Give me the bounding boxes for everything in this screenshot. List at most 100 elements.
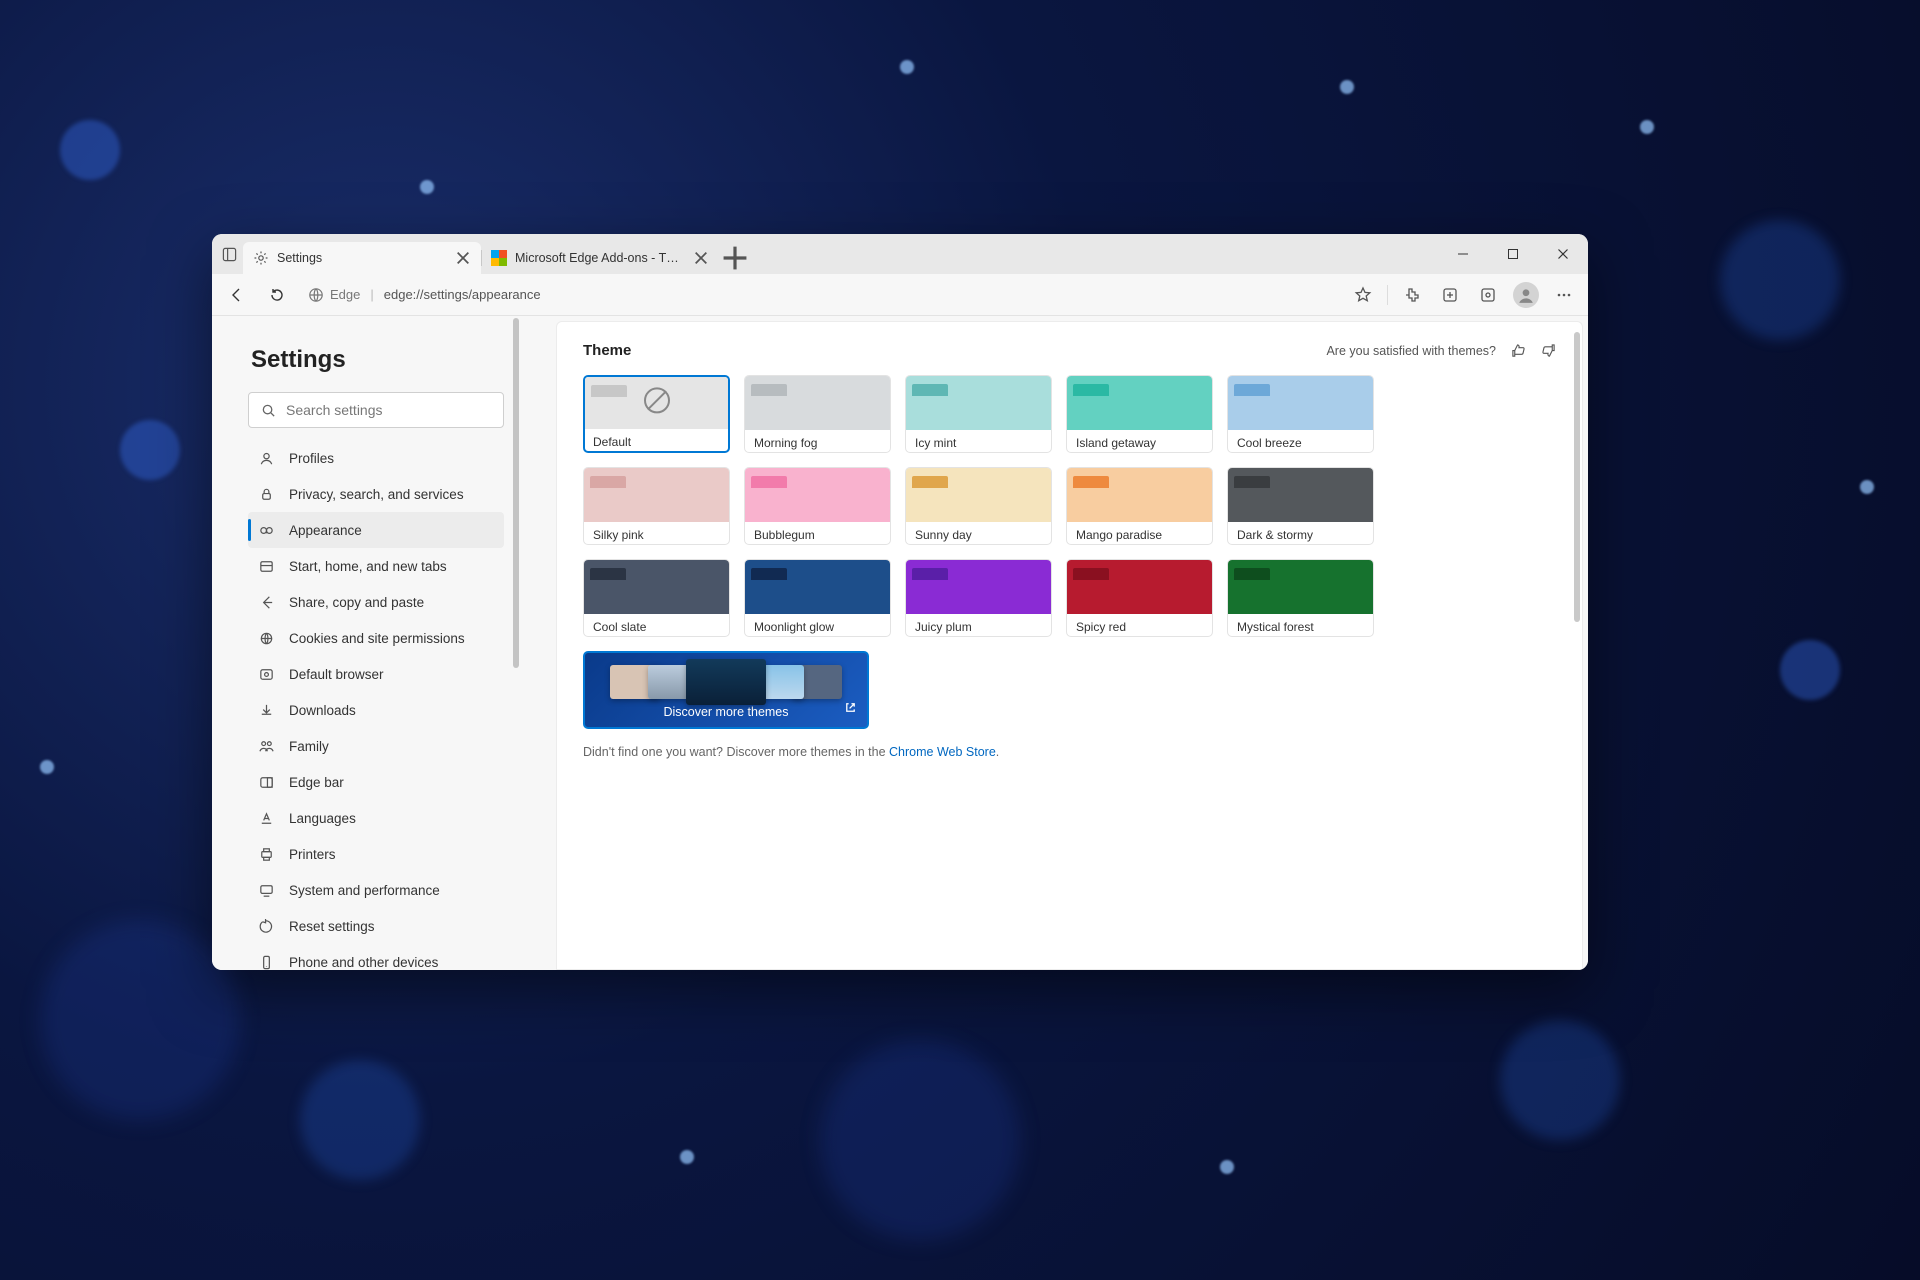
theme-card-default[interactable]: Default [583,375,730,453]
close-window-button[interactable] [1538,234,1588,274]
tab-settings[interactable]: Settings [243,242,481,274]
theme-card-morning-fog[interactable]: Morning fog [744,375,891,453]
new-tab-button[interactable] [719,242,751,274]
sidebar-item-label: Appearance [289,523,362,538]
sidebar-item-label: Family [289,739,329,754]
nav-icon [258,522,275,539]
sidebar-item-reset-settings[interactable]: Reset settings [248,908,504,944]
maximize-button[interactable] [1488,234,1538,274]
theme-label: Juicy plum [906,614,1051,636]
sidebar-item-printers[interactable]: Printers [248,836,504,872]
sidebar-item-profiles[interactable]: Profiles [248,440,504,476]
favorites-button[interactable] [1345,278,1381,312]
nav-icon [258,954,275,971]
thumbs-down-icon[interactable] [1540,343,1556,359]
theme-card-dark-stormy[interactable]: Dark & stormy [1227,467,1374,545]
url-box[interactable]: Edge | edge://settings/appearance [298,280,1343,310]
theme-swatch [584,560,729,614]
theme-grid: Default Morning fogIcy mintIsland getaway… [583,375,1556,729]
sidebar-item-start-home-and-new-tabs[interactable]: Start, home, and new tabs [248,548,504,584]
theme-card-spicy-red[interactable]: Spicy red [1066,559,1213,637]
search-placeholder: Search settings [286,402,383,418]
theme-card-mystical-forest[interactable]: Mystical forest [1227,559,1374,637]
nav-icon [258,702,275,719]
sidebar-item-label: Privacy, search, and services [289,487,464,502]
theme-card-icy-mint[interactable]: Icy mint [905,375,1052,453]
settings-heading: Settings [251,346,504,374]
window-controls [1438,234,1588,274]
reload-button[interactable] [258,278,296,312]
theme-swatch [1067,560,1212,614]
discover-themes-card[interactable]: Discover more themes [583,651,869,729]
sidebar-item-family[interactable]: Family [248,728,504,764]
theme-card-island-getaway[interactable]: Island getaway [1066,375,1213,453]
search-icon [261,403,276,418]
sidebar-item-label: Start, home, and new tabs [289,559,447,574]
sidebar-item-cookies-and-site-permissions[interactable]: Cookies and site permissions [248,620,504,656]
theme-label: Default [585,429,728,451]
theme-swatch [745,468,890,522]
main-scrollbar[interactable] [1574,332,1580,622]
theme-card-silky-pink[interactable]: Silky pink [583,467,730,545]
discover-label: Discover more themes [663,705,788,719]
sidebar-item-phone-and-other-devices[interactable]: Phone and other devices [248,944,504,970]
sidebar-item-edge-bar[interactable]: Edge bar [248,764,504,800]
theme-card-sunny-day[interactable]: Sunny day [905,467,1052,545]
profile-button[interactable] [1508,278,1544,312]
search-input[interactable]: Search settings [248,392,504,428]
theme-swatch [1067,468,1212,522]
theme-card-bubblegum[interactable]: Bubblegum [744,467,891,545]
sidebar-item-label: Phone and other devices [289,955,438,970]
theme-label: Cool slate [584,614,729,636]
chrome-web-store-link[interactable]: Chrome Web Store [889,745,996,759]
theme-swatch [906,376,1051,430]
sidebar-item-label: Share, copy and paste [289,595,424,610]
theme-swatch [906,560,1051,614]
theme-swatch [584,468,729,522]
extensions-button[interactable] [1394,278,1430,312]
theme-card-juicy-plum[interactable]: Juicy plum [905,559,1052,637]
sidebar-item-share-copy-and-paste[interactable]: Share, copy and paste [248,584,504,620]
collections-button[interactable] [1432,278,1468,312]
close-icon[interactable] [693,250,709,266]
theme-card-moonlight-glow[interactable]: Moonlight glow [744,559,891,637]
minimize-button[interactable] [1438,234,1488,274]
tab-addons[interactable]: Microsoft Edge Add-ons - Them… [481,242,719,274]
sidebar-item-languages[interactable]: Languages [248,800,504,836]
sidebar-item-label: Default browser [289,667,384,682]
avatar-icon [1513,282,1539,308]
nav-icon [258,738,275,755]
settings-main: Theme Are you satisfied with themes? Def… [556,321,1583,970]
sidebar-item-label: Cookies and site permissions [289,631,465,646]
sidebar-item-label: Downloads [289,703,356,718]
sidebar-scrollbar[interactable] [513,318,519,668]
tab-actions-icon[interactable] [215,234,243,274]
browser-essentials-button[interactable] [1470,278,1506,312]
sidebar-item-system-and-performance[interactable]: System and performance [248,872,504,908]
nav-icon [258,810,275,827]
feedback-prompt: Are you satisfied with themes? [1326,343,1556,359]
sidebar-item-label: Languages [289,811,356,826]
theme-card-cool-slate[interactable]: Cool slate [583,559,730,637]
sidebar-item-downloads[interactable]: Downloads [248,692,504,728]
sidebar-item-appearance[interactable]: Appearance [248,512,504,548]
theme-card-mango-paradise[interactable]: Mango paradise [1066,467,1213,545]
sidebar-item-privacy-search-and-services[interactable]: Privacy, search, and services [248,476,504,512]
nav-icon [258,594,275,611]
nav-icon [258,486,275,503]
more-button[interactable] [1546,278,1582,312]
back-button[interactable] [218,278,256,312]
sidebar-item-label: Edge bar [289,775,344,790]
thumbs-up-icon[interactable] [1510,343,1526,359]
theme-swatch [906,468,1051,522]
sidebar-item-default-browser[interactable]: Default browser [248,656,504,692]
tab-strip: Settings Microsoft Edge Add-ons - Them… [212,234,1588,274]
nav-icon [258,774,275,791]
close-icon[interactable] [455,250,471,266]
theme-swatch [1067,376,1212,430]
theme-footer: Didn't find one you want? Discover more … [583,745,1556,759]
theme-card-cool-breeze[interactable]: Cool breeze [1227,375,1374,453]
theme-label: Sunny day [906,522,1051,544]
theme-swatch [1228,376,1373,430]
theme-swatch [745,560,890,614]
